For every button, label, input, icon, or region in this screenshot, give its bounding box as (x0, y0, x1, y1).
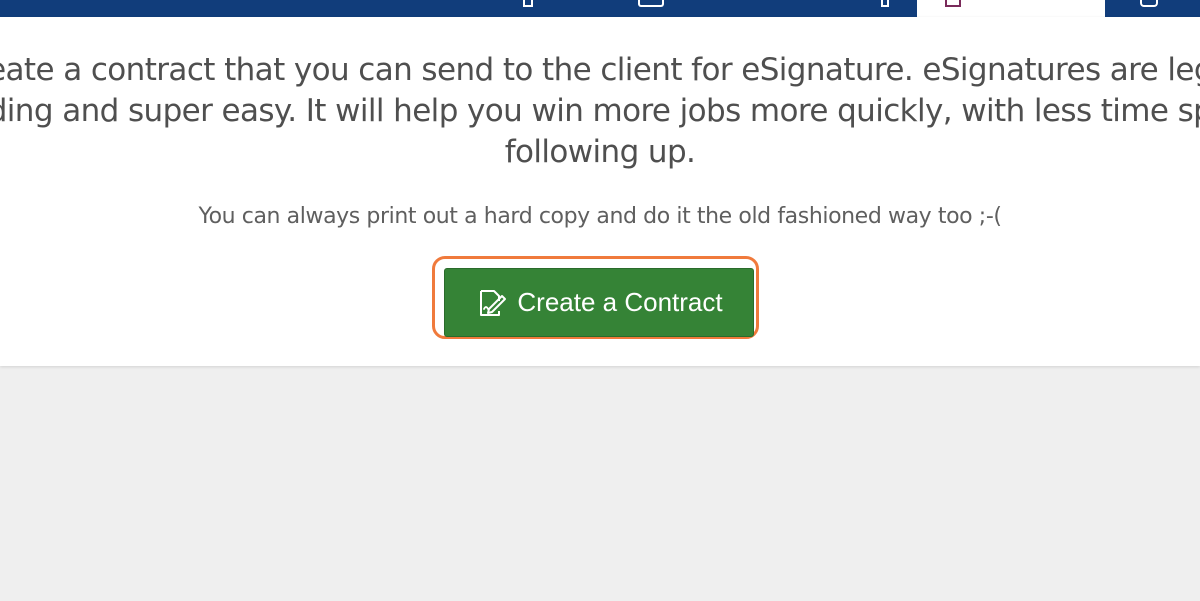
nav-tab-partial[interactable] (1138, 0, 1162, 17)
nav-tab-partial[interactable] (636, 0, 676, 17)
nav-tab-active[interactable] (917, 0, 1105, 17)
contract-panel: eate a contract that you can send to the… (0, 17, 1200, 366)
create-contract-button[interactable]: Create a Contract (444, 268, 754, 337)
nav-tab-partial[interactable] (520, 0, 534, 17)
nav-tab-partial[interactable] (878, 0, 890, 17)
top-nav-bar (0, 0, 1200, 17)
create-contract-label: Create a Contract (517, 287, 723, 317)
intro-line: following up. (504, 134, 696, 170)
intro-text: eate a contract that you can send to the… (0, 50, 1200, 173)
button-highlight: Create a Contract (432, 256, 759, 339)
intro-line: eate a contract that you can send to the… (0, 52, 1200, 88)
print-note: You can always print out a hard copy and… (198, 204, 1002, 229)
edit-document-icon (475, 287, 507, 319)
intro-line: ding and super easy. It will help you wi… (0, 93, 1200, 129)
